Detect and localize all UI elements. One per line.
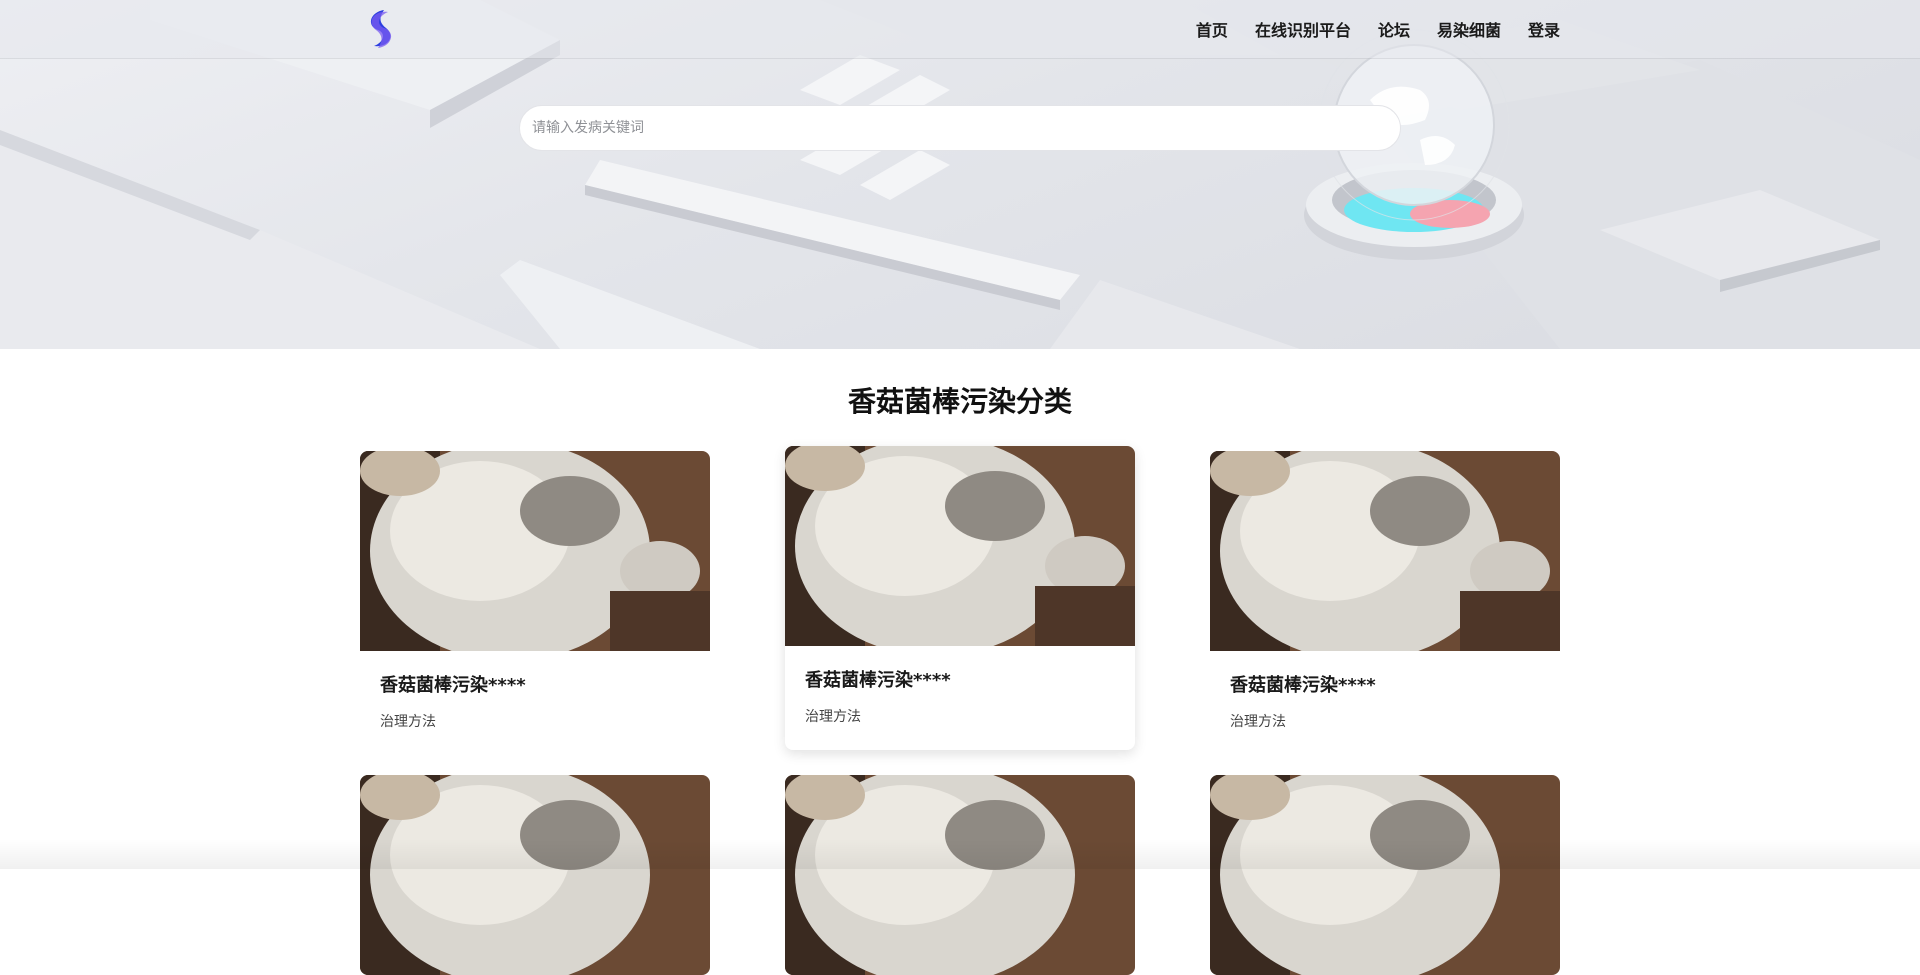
- card-subtitle: 治理方法: [1230, 711, 1560, 731]
- category-card[interactable]: 香菇菌棒污染**** 治理方法: [360, 451, 710, 731]
- nav-item-bacteria[interactable]: 易染细菌: [1437, 17, 1501, 41]
- card-image: [785, 775, 1135, 975]
- card-image: [1210, 451, 1560, 651]
- top-navigation-bar: 首页 在线识别平台 论坛 易染细菌 登录: [0, 0, 1920, 58]
- card-title: 香菇菌棒污染****: [805, 666, 1135, 692]
- category-card[interactable]: [1210, 775, 1560, 975]
- nav-item-forum[interactable]: 论坛: [1378, 17, 1410, 41]
- hero-banner: 首页 在线识别平台 论坛 易染细菌 登录: [0, 0, 1920, 349]
- card-subtitle: 治理方法: [805, 706, 1135, 726]
- card-image: [360, 775, 710, 975]
- category-card[interactable]: 香菇菌棒污染**** 治理方法: [1210, 451, 1560, 731]
- category-card[interactable]: 香菇菌棒污染**** 治理方法: [785, 446, 1135, 750]
- category-card[interactable]: [785, 775, 1135, 975]
- card-title: 香菇菌棒污染****: [1230, 671, 1560, 697]
- section-title: 香菇菌棒污染分类: [0, 380, 1920, 420]
- category-card[interactable]: [360, 775, 710, 975]
- card-image: [1210, 775, 1560, 975]
- card-image: [785, 446, 1135, 646]
- card-subtitle: 治理方法: [380, 711, 710, 731]
- main-nav: 首页 在线识别平台 论坛 易染细菌 登录: [1196, 0, 1560, 58]
- card-image: [360, 451, 710, 651]
- card-title: 香菇菌棒污染****: [380, 671, 710, 697]
- swirl-logo-icon[interactable]: [362, 8, 400, 50]
- search-input[interactable]: [519, 105, 1401, 151]
- nav-item-online-recognition[interactable]: 在线识别平台: [1255, 17, 1351, 41]
- nav-item-home[interactable]: 首页: [1196, 17, 1228, 41]
- nav-item-login[interactable]: 登录: [1528, 17, 1560, 41]
